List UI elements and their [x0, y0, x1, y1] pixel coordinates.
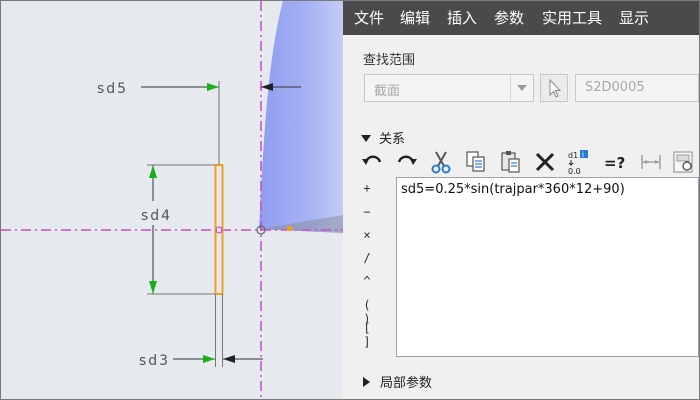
evaluate-icon[interactable]: =? — [602, 149, 628, 175]
menu-edit[interactable]: 编辑 — [400, 8, 430, 28]
sd5-arrow-left — [207, 83, 219, 91]
scope-type-value: 截面 — [374, 84, 401, 99]
graphics-canvas[interactable]: sd5 sd4 sd3 — [1, 1, 343, 399]
operator-brackets[interactable]: [ ] — [357, 321, 377, 349]
local-parameters-header[interactable]: 局部参数 — [363, 372, 432, 391]
operator-divide[interactable]: / — [357, 251, 377, 265]
cursor-arrow-icon — [549, 78, 562, 98]
chevron-down-icon[interactable] — [510, 75, 533, 101]
sd5-label[interactable]: sd5 — [97, 81, 128, 97]
svg-text:=?: =? — [604, 154, 625, 172]
redo-icon[interactable] — [393, 149, 419, 175]
select-entity-button[interactable] — [540, 74, 568, 102]
scope-entity-field[interactable]: S2D0005 — [575, 74, 699, 102]
collapsed-triangle-icon — [363, 377, 370, 387]
window: sd5 sd4 sd3 文件 编辑 插入 参数 实用工具 显示 查找范围 截面 … — [0, 0, 700, 400]
operator-plus[interactable]: + — [357, 181, 377, 195]
menu-display[interactable]: 显示 — [619, 8, 649, 28]
measure-icon[interactable] — [638, 149, 664, 175]
delete-icon[interactable] — [532, 149, 558, 175]
sd3-label[interactable]: sd3 — [139, 353, 170, 369]
expand-triangle-icon — [361, 135, 371, 142]
scope-entity-value: S2D0005 — [585, 80, 645, 95]
scope-group-label: 查找范围 — [363, 53, 416, 68]
menu-bar: 文件 编辑 插入 参数 实用工具 显示 — [343, 1, 699, 35]
svg-text:0.0: 0.0 — [568, 167, 581, 175]
operator-multiply[interactable]: × — [357, 228, 377, 242]
sketch-view[interactable]: sd5 sd4 sd3 — [1, 1, 343, 399]
menu-utilities[interactable]: 实用工具 — [542, 8, 602, 28]
menu-file[interactable]: 文件 — [354, 8, 384, 28]
sd4-arrow-bottom — [149, 281, 157, 294]
sd4-label[interactable]: sd4 — [141, 208, 172, 224]
sd4-arrow-top — [149, 165, 157, 178]
undo-icon[interactable] — [360, 149, 386, 175]
copy-icon[interactable] — [463, 149, 489, 175]
local-parameters-title: 局部参数 — [380, 376, 433, 391]
relations-panel: 文件 编辑 插入 参数 实用工具 显示 查找范围 截面 S2D0005 关系 d… — [343, 1, 699, 399]
switch-dimensions-icon[interactable]: d1 i 0.0 — [566, 149, 592, 175]
sort-icon[interactable] — [671, 149, 697, 175]
sd5-arrow-right — [261, 83, 273, 91]
svg-text:i: i — [582, 151, 584, 159]
relation-line[interactable]: sd5=0.25*sin(trajpar*360*12+90) — [401, 182, 625, 197]
paste-icon[interactable] — [498, 149, 524, 175]
relations-editor[interactable]: sd5=0.25*sin(trajpar*360*12+90) — [396, 177, 699, 357]
svg-text:d1: d1 — [568, 151, 578, 160]
relations-title: 关系 — [379, 132, 406, 147]
swept-surface[interactable] — [259, 1, 343, 233]
sd3-arrow-left — [203, 355, 215, 363]
menu-insert[interactable]: 插入 — [447, 8, 477, 28]
operator-minus[interactable]: − — [357, 205, 377, 219]
relations-section-header[interactable]: 关系 — [361, 128, 405, 147]
orange-vertex — [287, 226, 292, 231]
scope-type-select[interactable]: 截面 — [364, 74, 534, 102]
cut-icon[interactable] — [428, 149, 454, 175]
menu-parameters[interactable]: 参数 — [494, 8, 524, 28]
sd3-arrow-right — [223, 355, 235, 363]
operator-power[interactable]: ^ — [357, 274, 377, 288]
